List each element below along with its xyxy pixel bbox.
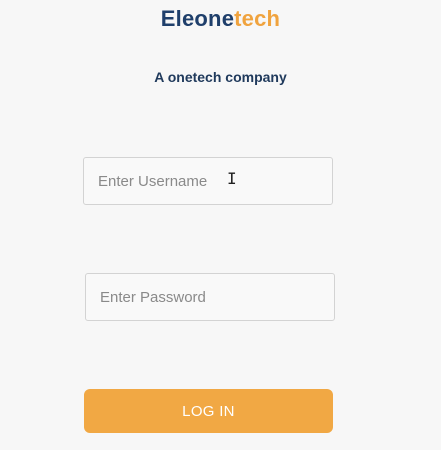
brand-name-part2: tech	[234, 6, 281, 31]
username-input[interactable]	[83, 157, 333, 205]
login-page: Eleonetech A onetech company I LOG IN	[0, 0, 441, 450]
brand-name-part1: Eleone	[160, 6, 235, 31]
password-input[interactable]	[85, 273, 335, 321]
text-cursor-icon: I	[227, 169, 237, 188]
brand-tagline: A onetech company	[154, 69, 287, 85]
login-button[interactable]: LOG IN	[84, 389, 333, 433]
brand-logo: Eleonetech	[0, 6, 441, 32]
